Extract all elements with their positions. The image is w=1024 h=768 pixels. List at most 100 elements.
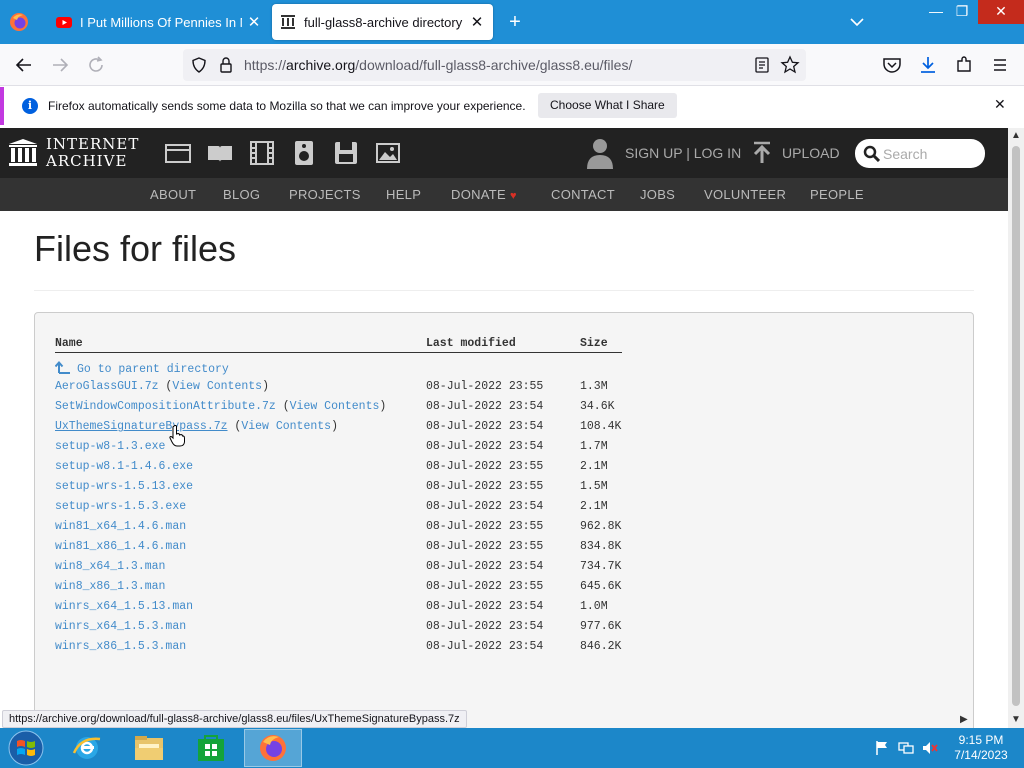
file-link[interactable]: setup-wrs-1.5.3.exe [55,500,186,513]
file-modified: 08-Jul-2022 23:55 [426,540,544,553]
file-link[interactable]: setup-wrs-1.5.13.exe [55,480,193,493]
file-size: 645.6K [580,580,622,593]
choose-what-i-share-button[interactable]: Choose What I Share [538,93,677,118]
lock-icon[interactable] [218,56,234,74]
upload-link[interactable]: UPLOAD [782,145,840,161]
nav-projects[interactable]: PROJECTS [289,187,361,202]
tab-strip: I Put Millions Of Pennies In My ✕ full-g… [0,0,1024,44]
list-all-tabs-chevron-icon[interactable] [847,12,867,32]
windows-taskbar: 9:15 PM 7/14/2023 [0,728,1024,768]
user-avatar-icon[interactable] [586,137,614,169]
close-notification-icon[interactable]: ✕ [994,96,1006,113]
clock-date: 7/14/2023 [954,748,1008,762]
file-link[interactable]: SetWindowCompositionAttribute.7z [55,400,276,413]
internet-archive-logo[interactable]: INTERNET ARCHIVE [8,135,148,171]
internet-explorer-icon [72,737,101,759]
hamburger-menu-icon[interactable] [988,53,1012,77]
file-link[interactable]: winrs_x64_1.5.3.man [55,620,186,633]
file-link[interactable]: winrs_x86_1.5.3.man [55,640,186,653]
extensions-puzzle-icon[interactable] [952,53,976,77]
scroll-thumb[interactable] [1012,146,1020,706]
clock-time: 9:15 PM [958,733,1004,747]
tab-youtube[interactable]: I Put Millions Of Pennies In My ✕ [48,4,270,40]
nav-contact[interactable]: CONTACT [551,187,615,202]
search-icon [863,145,880,162]
back-arrow-icon[interactable] [12,53,36,77]
volume-muted-icon[interactable] [922,740,938,756]
reload-icon[interactable] [84,53,108,77]
nav-donate[interactable]: DONATE ♥ [451,187,517,202]
video-film-icon[interactable] [249,140,275,166]
taskbar-file-explorer[interactable] [120,729,178,767]
file-link[interactable]: win8_x64_1.3.man [55,560,165,573]
file-link[interactable]: win81_x64_1.4.6.man [55,520,186,533]
software-floppy-icon[interactable] [333,140,359,166]
reader-view-icon[interactable] [753,56,771,74]
up-arrow-icon [55,360,70,374]
images-picture-icon[interactable] [375,140,401,166]
file-row: win81_x86_1.4.6.man 08-Jul-2022 23:55 834.… [35,537,655,557]
tab-archive[interactable]: full-glass8-archive directory list ✕ [272,4,493,40]
restore-window-icon[interactable]: ❐ [947,0,977,24]
header-divider [55,352,622,353]
taskbar-internet-explorer[interactable] [58,729,116,767]
tracking-shield-icon[interactable] [190,56,208,74]
header-last-modified: Last modified [426,337,516,350]
taskbar-store[interactable] [182,729,240,767]
scroll-down-arrow-icon[interactable]: ▼ [1011,714,1021,725]
file-modified: 08-Jul-2022 23:54 [426,500,544,513]
file-link[interactable]: win8_x86_1.3.man [55,580,165,593]
system-clock[interactable]: 9:15 PM 7/14/2023 [942,733,1020,763]
file-size: 1.0M [580,600,608,613]
nav-volunteer[interactable]: VOLUNTEER [704,187,786,202]
file-row: setup-w8-1.3.exe 08-Jul-2022 23:54 1.7M [35,437,655,457]
file-row: win8_x86_1.3.man 08-Jul-2022 23:55 645.6K [35,577,655,597]
nav-help[interactable]: HELP [386,187,421,202]
view-contents-link[interactable]: View Contents [172,380,262,393]
file-link[interactable]: AeroGlassGUI.7z [55,380,159,393]
file-modified: 08-Jul-2022 23:55 [426,460,544,473]
url-text[interactable]: https://archive.org/download/full-glass8… [244,57,632,73]
downloads-icon[interactable] [916,53,940,77]
taskbar-firefox[interactable] [244,729,302,767]
archive-building-icon [9,139,37,166]
bookmark-star-icon[interactable] [780,55,800,75]
close-tab-icon[interactable]: ✕ [242,10,266,34]
view-contents-link[interactable]: View Contents [290,400,380,413]
audio-speaker-icon[interactable] [291,140,317,166]
upload-arrow-icon[interactable] [751,141,773,165]
nav-about[interactable]: ABOUT [150,187,196,202]
pocket-icon[interactable] [880,53,904,77]
vertical-scrollbar[interactable]: ▲ ▼ [1008,128,1024,728]
file-size: 108.4K [580,420,622,433]
web-archive-icon[interactable] [165,140,191,166]
view-contents-link[interactable]: View Contents [241,420,331,433]
nav-blog[interactable]: BLOG [223,187,260,202]
file-link[interactable]: winrs_x64_1.5.13.man [55,600,193,613]
action-center-flag-icon[interactable] [874,740,890,756]
nav-people[interactable]: PEOPLE [810,187,864,202]
start-button-icon[interactable] [6,729,46,767]
forward-arrow-icon[interactable] [48,53,72,77]
texts-book-icon[interactable] [207,140,233,166]
header-name: Name [55,337,83,350]
file-link[interactable]: UxThemeSignatureBypass.7z [55,420,228,433]
nav-jobs[interactable]: JOBS [640,187,675,202]
file-modified: 08-Jul-2022 23:54 [426,440,544,453]
file-link[interactable]: setup-w8-1.3.exe [55,440,165,453]
parent-directory-link[interactable]: Go to parent directory [55,360,229,376]
url-bar[interactable]: https://archive.org/download/full-glass8… [183,49,806,81]
scroll-right-arrow-icon[interactable]: ▶ [960,714,968,725]
divider [34,290,974,291]
search-input[interactable]: Search [855,139,985,168]
firefox-menu-icon[interactable] [9,12,29,32]
signup-login-link[interactable]: SIGN UP | LOG IN [625,145,741,161]
new-tab-plus-icon[interactable]: + [503,10,527,34]
file-link[interactable]: win81_x86_1.4.6.man [55,540,186,553]
network-icon[interactable] [898,740,914,756]
file-link[interactable]: setup-w8.1-1.4.6.exe [55,460,193,473]
file-size: 2.1M [580,500,608,513]
close-window-icon[interactable]: ✕ [978,0,1024,24]
scroll-up-arrow-icon[interactable]: ▲ [1011,130,1021,141]
close-tab-icon[interactable]: ✕ [465,10,489,34]
